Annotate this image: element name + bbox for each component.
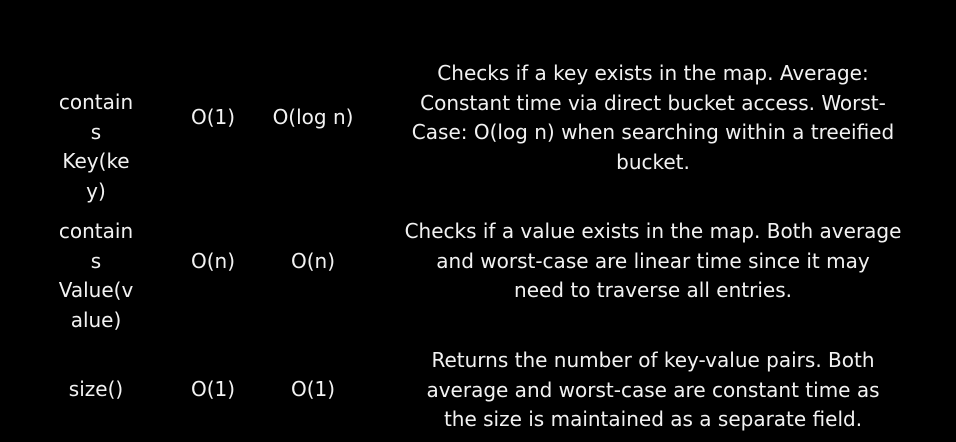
description: Returns the number of key-value pairs. B… [388,346,918,435]
method-name-line: Value(v [58,278,134,302]
worst-case-complexity: O(log n) [272,105,354,129]
description-line: Returns the number of key-value pairs. B… [431,348,875,372]
average-complexity: O(1) [190,377,236,401]
description-line: Checks if a key exists in the map. Avera… [437,61,869,85]
description-line: and worst-case are linear time since it … [436,248,870,273]
method-name: size() [55,375,137,405]
method-name-line: contains [58,90,134,144]
description-line: Constant time via direct bucket access. … [420,90,886,115]
method-name-line: size() [68,377,124,401]
description-line: Checks if a value exists in the map. Bot… [404,219,902,243]
description: Checks if a key exists in the map. Avera… [388,59,918,177]
average-complexity: O(n) [190,249,236,273]
average-complexity: O(1) [190,105,236,129]
description-line: average and worst-case are constant time… [426,377,880,402]
worst-case-complexity: O(1) [290,377,336,401]
method-name: contains Key(key) [55,88,137,206]
page: { "rows": [ { "method_lines": ["contains… [0,0,956,442]
method-name-line: contains [58,219,134,273]
description-line: Case: O(log n) when searching within a t… [411,120,895,144]
worst-case-complexity: O(n) [290,249,336,273]
description-line: bucket. [616,149,690,174]
method-name: contains Value(v alue) [55,217,137,335]
description-line: the size is maintained as a separate fie… [443,407,863,431]
method-name-line: Key(key) [62,149,130,203]
description: Checks if a value exists in the map. Bot… [388,217,918,306]
method-name-line: alue) [70,307,122,332]
description-line: need to traverse all entries. [514,278,792,302]
